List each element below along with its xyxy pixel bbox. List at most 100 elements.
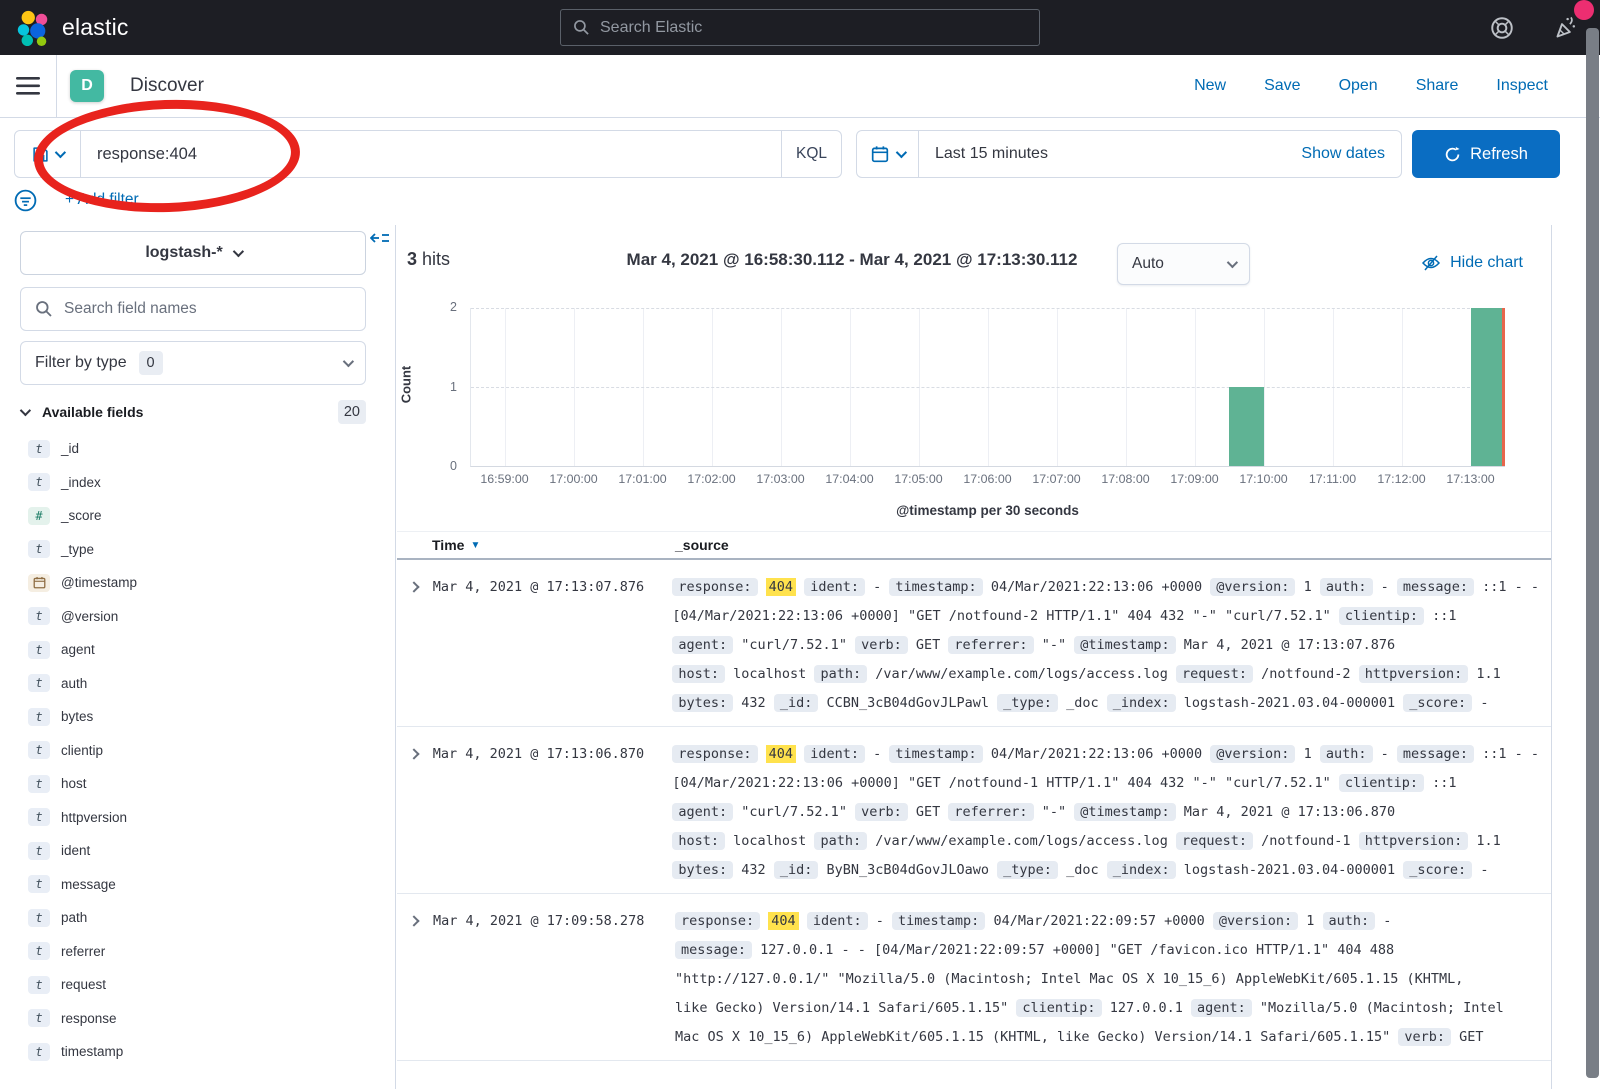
histogram-bar[interactable] bbox=[1229, 387, 1263, 466]
hide-chart-button[interactable]: Hide chart bbox=[1421, 253, 1523, 273]
field-value: 04/Mar/2021:22:09:57 +0000 bbox=[993, 913, 1204, 929]
top-nav-menu: New Save Open Share Inspect bbox=[1194, 55, 1548, 117]
new-button[interactable]: New bbox=[1194, 77, 1226, 95]
field-item-request[interactable]: trequest bbox=[0, 968, 396, 1002]
refresh-button[interactable]: Refresh bbox=[1412, 130, 1560, 178]
row-time: Mar 4, 2021 @ 17:09:58.278 bbox=[433, 907, 675, 1052]
field-value: /notfound-1 bbox=[1261, 833, 1350, 849]
field-item-@version[interactable]: t@version bbox=[0, 600, 396, 634]
horizontal-gridline bbox=[471, 387, 1505, 388]
field-item-timestamp[interactable]: ttimestamp bbox=[0, 1035, 396, 1069]
field-item-referrer[interactable]: treferrer bbox=[0, 935, 396, 969]
filter-icon[interactable] bbox=[14, 189, 37, 212]
field-item-_id[interactable]: t_id bbox=[0, 432, 396, 466]
field-value: - bbox=[873, 579, 881, 595]
field-name-badge: agent: bbox=[1191, 999, 1252, 1017]
elastic-logo-icon bbox=[14, 9, 52, 47]
saved-query-menu-button[interactable] bbox=[15, 131, 81, 177]
discover-app-badge[interactable]: D bbox=[70, 70, 104, 102]
elastic-logo[interactable]: elastic bbox=[14, 9, 129, 47]
newsfeed-icon[interactable] bbox=[1553, 14, 1580, 41]
index-pattern-switcher[interactable]: logstash-* bbox=[20, 231, 366, 275]
x-tick-label: 17:04:00 bbox=[825, 472, 873, 486]
field-value: ::1 - - bbox=[1482, 579, 1539, 595]
field-item-host[interactable]: thost bbox=[0, 767, 396, 801]
field-item-ident[interactable]: tident bbox=[0, 834, 396, 868]
collapse-sidebar-button[interactable] bbox=[370, 233, 390, 251]
main-menu-button[interactable] bbox=[0, 55, 57, 117]
quick-select-menu-button[interactable] bbox=[857, 131, 919, 177]
field-value: Mar 4, 2021 @ 17:13:06.870 bbox=[1184, 804, 1395, 820]
hits-count: 3 hits bbox=[407, 249, 450, 270]
field-value: localhost bbox=[733, 666, 806, 682]
y-tick-label: 2 bbox=[450, 300, 457, 314]
field-name-badge: ident: bbox=[804, 578, 865, 596]
field-name-badge: @version: bbox=[1210, 745, 1295, 763]
histogram-bar[interactable] bbox=[1471, 308, 1505, 466]
field-name-badge: response: bbox=[675, 912, 760, 930]
field-name-badge: auth: bbox=[1323, 912, 1376, 930]
field-name-badge: clientip: bbox=[1339, 774, 1424, 792]
open-button[interactable]: Open bbox=[1339, 77, 1378, 95]
expand-row-button[interactable] bbox=[397, 740, 433, 885]
expand-row-button[interactable] bbox=[397, 573, 433, 718]
query-input[interactable]: response:404 bbox=[81, 131, 781, 177]
query-language-button[interactable]: KQL bbox=[781, 131, 841, 177]
field-value: 1 bbox=[1304, 579, 1312, 595]
field-value: 04/Mar/2021:22:13:06 +0000 bbox=[991, 746, 1202, 762]
field-item-agent[interactable]: tagent bbox=[0, 633, 396, 667]
field-item-response[interactable]: tresponse bbox=[0, 1002, 396, 1036]
field-name: @timestamp bbox=[61, 575, 137, 590]
add-filter-button[interactable]: + Add filter bbox=[65, 191, 139, 209]
show-dates-button[interactable]: Show dates bbox=[1301, 131, 1401, 177]
x-tick-label: 17:07:00 bbox=[1032, 472, 1080, 486]
string-field-icon: t bbox=[28, 674, 50, 692]
inspect-button[interactable]: Inspect bbox=[1496, 77, 1548, 95]
page-scrollbar[interactable] bbox=[1586, 28, 1599, 1078]
field-name: auth bbox=[61, 676, 87, 691]
field-item-message[interactable]: tmessage bbox=[0, 868, 396, 902]
string-field-icon: t bbox=[28, 440, 50, 458]
field-value: 432 bbox=[741, 695, 765, 711]
field-item-path[interactable]: tpath bbox=[0, 901, 396, 935]
help-icon[interactable] bbox=[1489, 15, 1515, 41]
field-item-bytes[interactable]: tbytes bbox=[0, 700, 396, 734]
field-name-badge: request: bbox=[1176, 832, 1253, 850]
histogram-chart[interactable] bbox=[470, 308, 1505, 467]
highlighted-value: 404 bbox=[766, 745, 796, 763]
expand-row-icon bbox=[408, 581, 419, 592]
field-name-badge: path: bbox=[814, 665, 867, 683]
field-name-badge: bytes: bbox=[672, 861, 733, 879]
field-value: like Gecko) Version/14.1 Safari/605.1.15… bbox=[675, 1000, 1008, 1016]
field-value: _doc bbox=[1066, 862, 1099, 878]
field-item-_type[interactable]: t_type bbox=[0, 533, 396, 567]
save-button[interactable]: Save bbox=[1264, 77, 1300, 95]
field-value: ByBN_3cB04dGovJLOawo bbox=[826, 862, 989, 878]
time-column-header[interactable]: Time ▼ bbox=[432, 537, 480, 553]
expand-row-icon bbox=[408, 748, 419, 759]
field-item-auth[interactable]: tauth bbox=[0, 667, 396, 701]
expand-row-button[interactable] bbox=[397, 907, 433, 1052]
field-name: ident bbox=[61, 843, 90, 858]
chevron-down-icon bbox=[896, 147, 907, 158]
field-name-badge: clientip: bbox=[1339, 607, 1424, 625]
available-fields-header[interactable]: Available fields 20 bbox=[20, 398, 366, 426]
x-tick-label: 17:11:00 bbox=[1309, 472, 1356, 486]
share-button[interactable]: Share bbox=[1416, 77, 1459, 95]
field-value: 1.1 bbox=[1476, 666, 1500, 682]
field-item-httpversion[interactable]: thttpversion bbox=[0, 801, 396, 835]
field-item-_index[interactable]: t_index bbox=[0, 466, 396, 500]
field-item-_score[interactable]: #_score bbox=[0, 499, 396, 533]
field-name-badge: timestamp: bbox=[889, 578, 982, 596]
field-value: 1 bbox=[1304, 746, 1312, 762]
field-search-input[interactable]: Search field names bbox=[20, 287, 366, 331]
time-range-button[interactable]: Last 15 minutes bbox=[919, 131, 1301, 177]
filter-by-type-button[interactable]: Filter by type 0 bbox=[20, 341, 366, 385]
field-name-badge: response: bbox=[672, 578, 757, 596]
interval-select[interactable]: Auto bbox=[1117, 243, 1250, 285]
field-item-@timestamp[interactable]: @timestamp bbox=[0, 566, 396, 600]
field-value: /var/www/example.com/logs/access.log bbox=[875, 666, 1168, 682]
global-search-input[interactable]: Search Elastic bbox=[560, 9, 1040, 46]
field-value: 127.0.0.1 bbox=[1110, 1000, 1183, 1016]
field-item-clientip[interactable]: tclientip bbox=[0, 734, 396, 768]
